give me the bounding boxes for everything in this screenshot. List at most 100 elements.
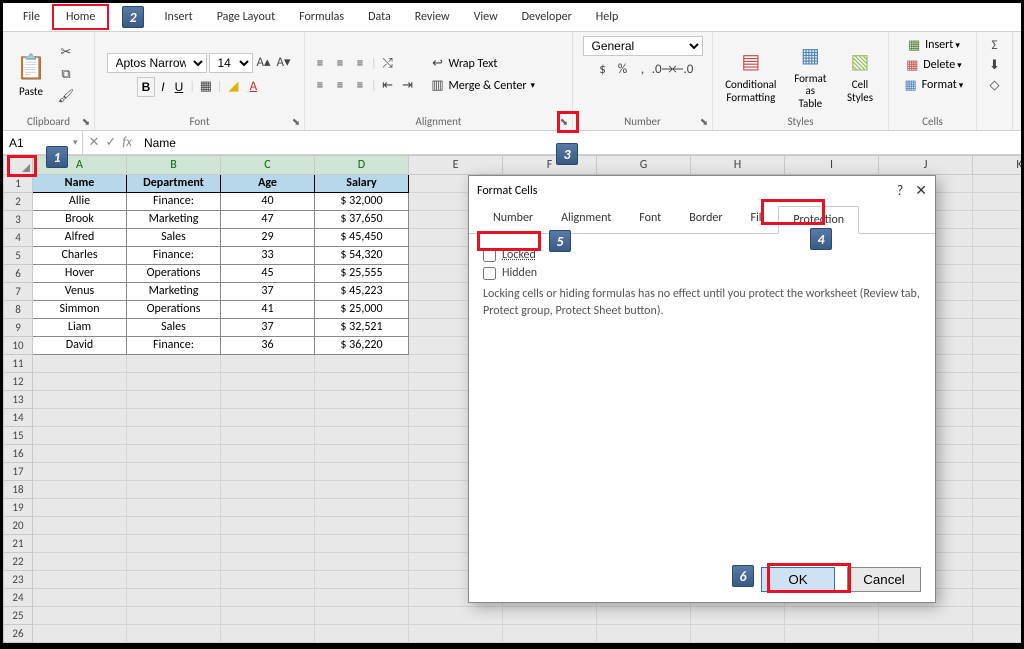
row-header[interactable]: 2 [3, 193, 33, 211]
cell[interactable] [221, 499, 315, 517]
font-launcher-icon[interactable]: ⬊ [290, 116, 302, 128]
cell[interactable]: $ 25,555 [315, 265, 409, 283]
cell[interactable] [33, 499, 127, 517]
cell[interactable] [221, 535, 315, 553]
cell[interactable] [973, 283, 1021, 301]
cell[interactable] [973, 373, 1021, 391]
cell[interactable]: $ 25,000 [315, 301, 409, 319]
cell[interactable] [221, 355, 315, 373]
cell[interactable] [973, 625, 1021, 643]
cell[interactable] [879, 625, 973, 643]
cell[interactable] [127, 535, 221, 553]
cell[interactable] [973, 175, 1021, 193]
row-header[interactable]: 20 [3, 517, 33, 535]
cell[interactable] [973, 517, 1021, 535]
column-header-J[interactable]: J [879, 155, 973, 175]
cell[interactable] [879, 607, 973, 625]
row-header[interactable]: 19 [3, 499, 33, 517]
cell[interactable] [127, 427, 221, 445]
cell[interactable]: Salary [315, 175, 409, 193]
cell[interactable]: Hover [33, 265, 127, 283]
cell[interactable] [315, 535, 409, 553]
align-center-icon[interactable]: ≡ [331, 77, 349, 95]
column-header-D[interactable]: D [315, 155, 409, 175]
align-left-icon[interactable]: ≡ [311, 77, 329, 95]
cell[interactable] [221, 589, 315, 607]
cell[interactable]: 41 [221, 301, 315, 319]
cell[interactable] [127, 481, 221, 499]
cell[interactable] [409, 625, 503, 643]
cell[interactable] [127, 607, 221, 625]
cell[interactable] [127, 589, 221, 607]
cell[interactable]: Finance: [127, 193, 221, 211]
cell[interactable] [221, 427, 315, 445]
cell[interactable] [973, 391, 1021, 409]
align-middle-icon[interactable]: ≡ [331, 55, 349, 73]
column-header-B[interactable]: B [127, 155, 221, 175]
conditional-formatting-button[interactable]: ▤ Conditional Formatting [719, 43, 783, 105]
percent-icon[interactable]: % [614, 60, 632, 78]
number-format-select[interactable]: General [583, 36, 703, 56]
menu-review[interactable]: Review [403, 6, 462, 28]
copy-icon[interactable]: ⧉ [57, 66, 75, 84]
fill-color-icon[interactable]: ◢ [224, 78, 242, 96]
cell[interactable]: $ 45,223 [315, 283, 409, 301]
row-header[interactable]: 17 [3, 463, 33, 481]
column-header-K[interactable]: K [973, 155, 1021, 175]
cell[interactable]: Brook [33, 211, 127, 229]
column-header-H[interactable]: H [691, 155, 785, 175]
cell[interactable] [503, 607, 597, 625]
cell[interactable] [221, 481, 315, 499]
cancel-button[interactable]: Cancel [847, 567, 921, 592]
cell[interactable] [315, 607, 409, 625]
decrease-indent-icon[interactable]: ⇤ [379, 77, 397, 95]
row-header[interactable]: 9 [3, 319, 33, 337]
cell[interactable] [315, 553, 409, 571]
tab-alignment[interactable]: Alignment [547, 205, 625, 233]
column-header-G[interactable]: G [597, 155, 691, 175]
cell[interactable]: Name [33, 175, 127, 193]
cell[interactable] [315, 391, 409, 409]
row-header[interactable]: 23 [3, 571, 33, 589]
cell[interactable] [973, 535, 1021, 553]
cell[interactable] [973, 499, 1021, 517]
cell[interactable] [973, 571, 1021, 589]
cell[interactable] [973, 463, 1021, 481]
dialog-help-icon[interactable]: ? [897, 182, 904, 199]
cell[interactable] [127, 571, 221, 589]
cell[interactable] [315, 625, 409, 643]
row-header[interactable]: 24 [3, 589, 33, 607]
cell[interactable] [221, 445, 315, 463]
format-cells-button[interactable]: ▦Format▾ [902, 76, 964, 94]
cell[interactable] [33, 373, 127, 391]
cell[interactable]: Marketing [127, 283, 221, 301]
cell[interactable] [785, 625, 879, 643]
cell[interactable]: Simmon [33, 301, 127, 319]
tab-border[interactable]: Border [675, 205, 736, 233]
align-right-icon[interactable]: ≡ [351, 77, 369, 95]
cell[interactable] [221, 391, 315, 409]
cell[interactable] [315, 499, 409, 517]
cell[interactable] [127, 391, 221, 409]
cell[interactable] [597, 625, 691, 643]
clipboard-launcher-icon[interactable]: ⬊ [80, 116, 92, 128]
cell[interactable] [973, 445, 1021, 463]
cell[interactable] [33, 553, 127, 571]
cell[interactable]: Sales [127, 229, 221, 247]
italic-button[interactable]: I [157, 78, 168, 96]
cell[interactable]: Finance: [127, 337, 221, 355]
row-header[interactable]: 3 [3, 211, 33, 229]
row-header[interactable]: 10 [3, 337, 33, 355]
cell[interactable] [127, 517, 221, 535]
cell[interactable] [409, 607, 503, 625]
comma-icon[interactable]: , [634, 60, 652, 78]
cell[interactable] [127, 445, 221, 463]
insert-cells-button[interactable]: ▦Insert▾ [905, 36, 960, 54]
column-header-E[interactable]: E [409, 155, 503, 175]
cell[interactable]: Finance: [127, 247, 221, 265]
cell[interactable] [973, 481, 1021, 499]
cut-icon[interactable]: ✂ [57, 44, 75, 62]
orientation-icon[interactable]: ⤭ [379, 55, 397, 73]
column-header-I[interactable]: I [785, 155, 879, 175]
row-header[interactable]: 4 [3, 229, 33, 247]
